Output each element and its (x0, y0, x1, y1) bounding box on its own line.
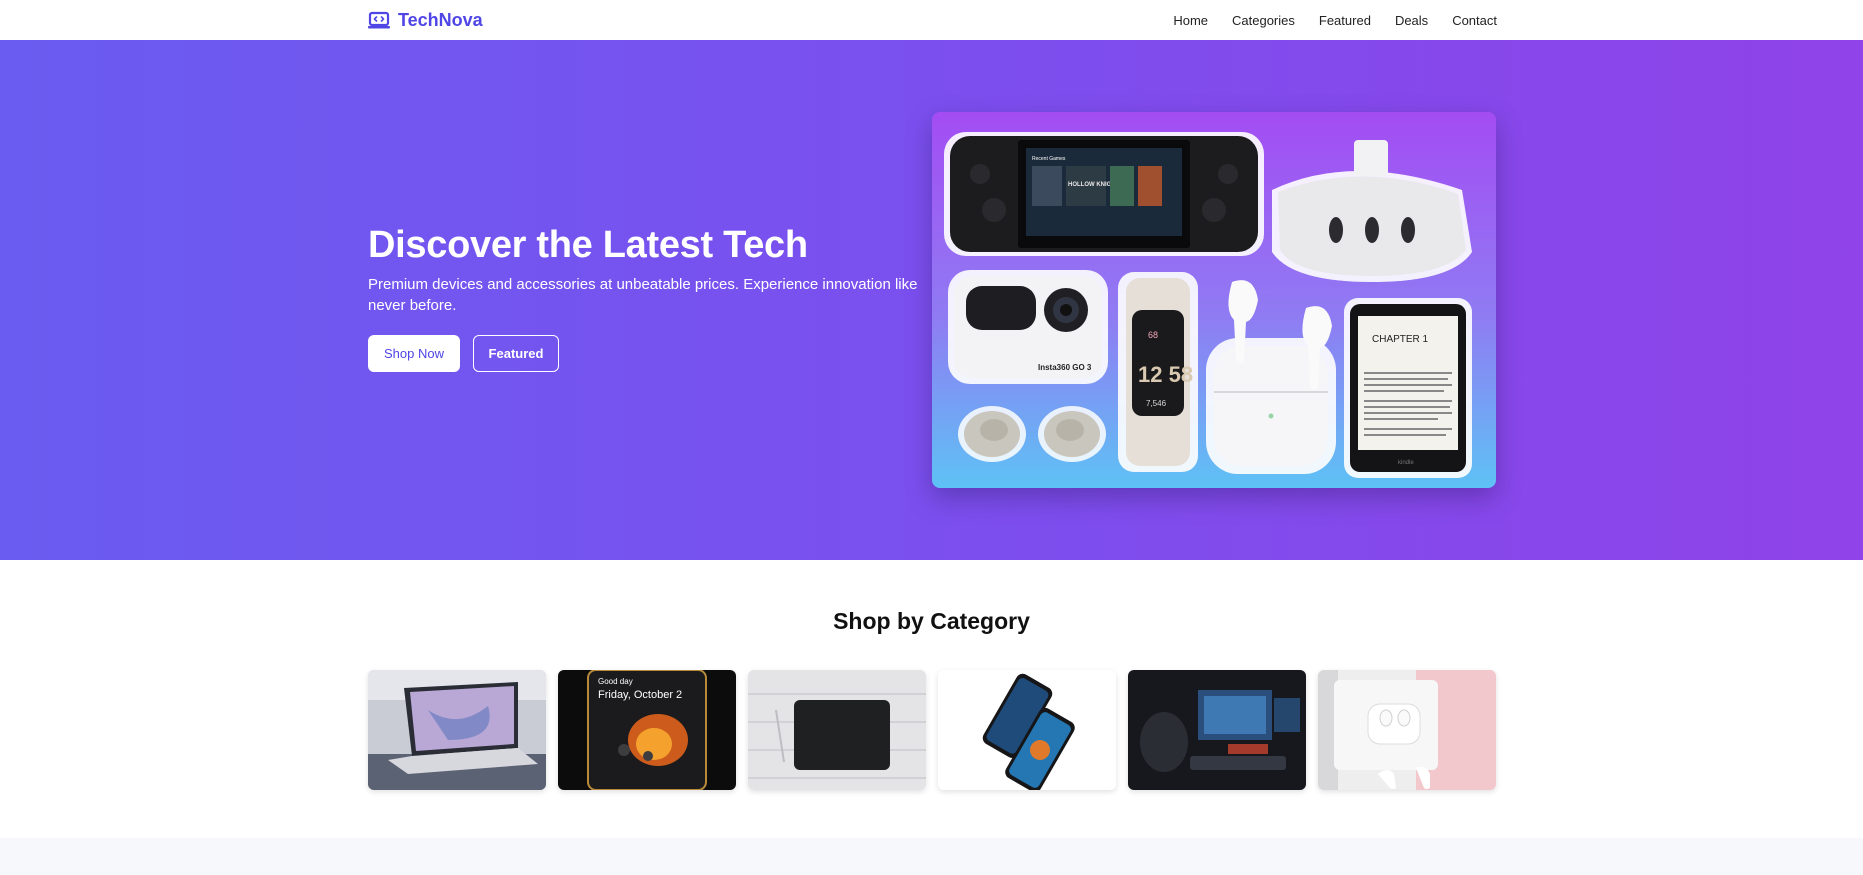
nav-link-categories[interactable]: Categories (1232, 13, 1295, 28)
svg-text:Insta360 GO 3: Insta360 GO 3 (1038, 363, 1092, 372)
next-section-strip (0, 838, 1863, 875)
category-card-earbuds[interactable] (1318, 670, 1496, 790)
nav-link-contact[interactable]: Contact (1452, 13, 1497, 28)
brand-logo[interactable]: TechNova (368, 8, 483, 32)
shop-now-button[interactable]: Shop Now (368, 335, 460, 372)
svg-text:12 58: 12 58 (1138, 362, 1193, 387)
category-section-title: Shop by Category (833, 608, 1030, 634)
hero-title: Discover the Latest Tech (368, 224, 808, 266)
hero-section: Discover the Latest Tech Premium devices… (0, 40, 1863, 560)
nav-menu: Home Categories Featured Deals Contact (1173, 0, 1497, 40)
hero-product-image: Recent Games HOLLOW KNIGHT Insta360 GO 3… (932, 112, 1496, 488)
category-card-smartwatch[interactable]: Good day Friday, October 2 (558, 670, 736, 790)
svg-text:Recent Games: Recent Games (1032, 156, 1066, 162)
svg-text:kindle: kindle (1398, 460, 1414, 466)
category-card-smartphones[interactable] (938, 670, 1116, 790)
category-card-laptop[interactable] (368, 670, 546, 790)
brand-name: TechNova (398, 9, 483, 30)
svg-text:7,546: 7,546 (1146, 399, 1167, 408)
nav-link-home[interactable]: Home (1173, 13, 1208, 28)
nav-link-featured[interactable]: Featured (1319, 13, 1371, 28)
nav-link-deals[interactable]: Deals (1395, 13, 1428, 28)
category-card-tablet[interactable] (748, 670, 926, 790)
top-navbar: TechNova Home Categories Featured Deals … (0, 0, 1863, 41)
svg-text:CHAPTER 1: CHAPTER 1 (1372, 334, 1429, 345)
hero-subtitle: Premium devices and accessories at unbea… (368, 276, 918, 314)
svg-text:Good day: Good day (598, 677, 633, 686)
category-card-gaming[interactable] (1128, 670, 1306, 790)
fitness-tracker-product: 68 12 58 7,546 (1118, 272, 1198, 472)
action-camera-product: Insta360 GO 3 (948, 270, 1108, 384)
svg-text:68: 68 (1148, 330, 1158, 340)
featured-button[interactable]: Featured (473, 335, 559, 372)
category-grid: Good day Friday, October 2 (368, 670, 1496, 790)
game-console-product: Recent Games HOLLOW KNIGHT (944, 132, 1264, 256)
svg-text:Friday, October 2: Friday, October 2 (598, 689, 682, 701)
e-reader-product: CHAPTER 1 kindle (1344, 298, 1472, 478)
laptop-code-icon (368, 11, 390, 29)
